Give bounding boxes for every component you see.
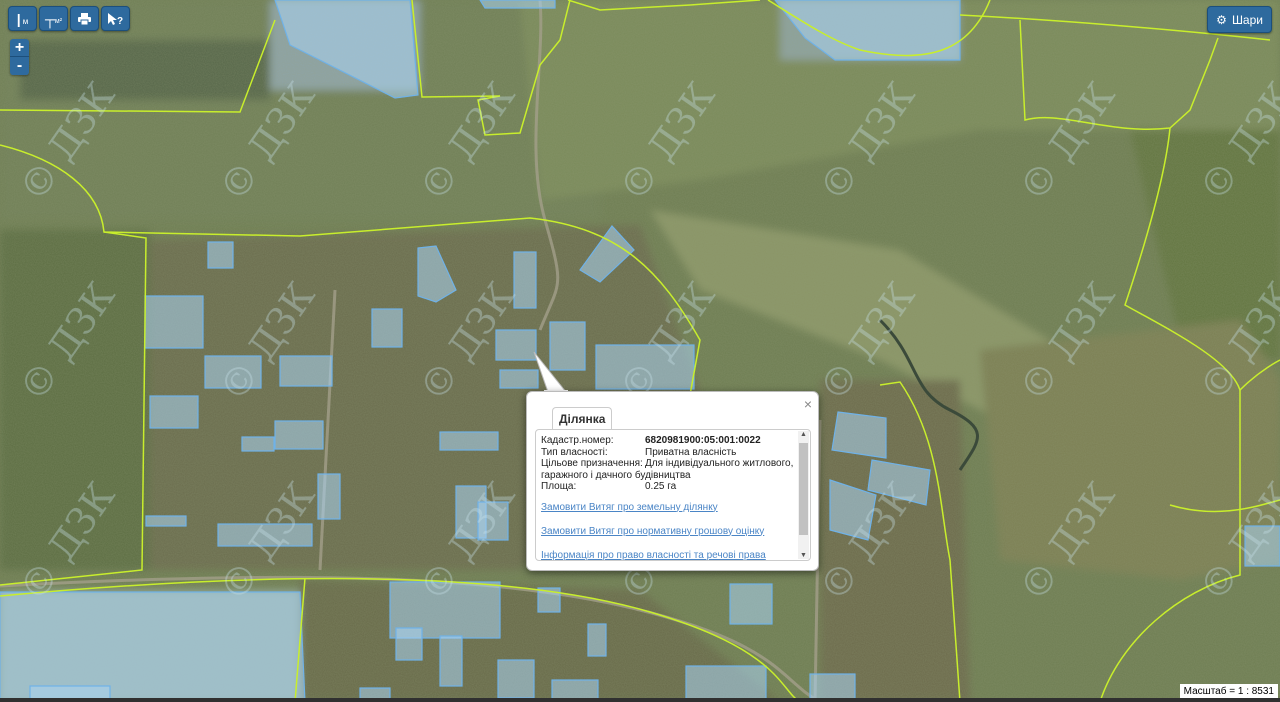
tab-parcel[interactable]: Ділянка xyxy=(552,407,613,429)
measure-area-label: м² xyxy=(54,18,63,25)
field-label: Площа: xyxy=(541,481,577,492)
popup-scrollbar[interactable]: ▲ ▼ xyxy=(798,431,809,559)
identify-label: ? xyxy=(116,15,124,27)
order-valuation-extract-link[interactable]: Замовити Витяг про нормативну грошову оц… xyxy=(541,526,794,537)
field-cadastral-number: Кадастр.номер: 6820981900:05:001:0022 xyxy=(541,435,794,447)
field-area: Площа: 0.25 га xyxy=(541,481,794,493)
cursor-icon xyxy=(107,12,117,25)
scroll-down-icon[interactable]: ▼ xyxy=(798,552,809,559)
zoom-out-button[interactable]: - xyxy=(10,57,29,75)
field-value: Приватна власність xyxy=(645,446,737,458)
scale-indicator: Масштаб = 1 : 8531 xyxy=(1179,684,1278,699)
field-purpose: Цільове призначення: Для індивідуального … xyxy=(541,458,794,481)
layers-button[interactable]: ⚙ Шари xyxy=(1207,6,1272,33)
parcel-info-popup: × Ділянка Кадастр.номер: 6820981900:05:0… xyxy=(526,391,819,571)
field-label: Цільове призначення: xyxy=(541,458,643,469)
zoom-control: + - xyxy=(10,39,29,75)
field-label: Кадастр.номер: xyxy=(541,435,614,446)
measure-toolbar: | м ┬ м² xyxy=(8,6,68,31)
order-parcel-extract-link[interactable]: Замовити Витяг про земельну ділянку xyxy=(541,502,794,513)
measure-distance-label: м xyxy=(22,17,29,26)
field-ownership-type: Тип власності: Приватна власність xyxy=(541,447,794,459)
tools-toolbar: ? xyxy=(70,6,130,31)
area-icon: ┬ xyxy=(44,10,55,27)
field-value: 6820981900:05:001:0022 xyxy=(645,435,761,446)
print-button[interactable] xyxy=(70,6,99,31)
ownership-info-link[interactable]: Інформація про право власності та речові… xyxy=(541,550,794,561)
close-icon[interactable]: × xyxy=(804,396,812,412)
identify-button[interactable]: ? xyxy=(101,6,130,31)
ruler-icon: | xyxy=(16,10,21,27)
scroll-up-icon[interactable]: ▲ xyxy=(798,431,809,438)
bottom-bar xyxy=(0,698,1280,702)
measure-area-button[interactable]: ┬ м² xyxy=(39,6,68,31)
zoom-in-button[interactable]: + xyxy=(10,39,29,57)
map-canvas[interactable] xyxy=(0,0,1280,702)
popup-links: Замовити Витяг про земельну ділянку Замо… xyxy=(541,502,794,561)
measure-distance-button[interactable]: | м xyxy=(8,6,37,31)
scroll-thumb[interactable] xyxy=(799,443,808,535)
popup-content[interactable]: Кадастр.номер: 6820981900:05:001:0022 Ти… xyxy=(535,429,811,561)
printer-icon xyxy=(78,12,91,25)
layers-button-label: Шари xyxy=(1231,12,1263,27)
gear-icon: ⚙ xyxy=(1216,12,1227,27)
field-label: Тип власності: xyxy=(541,446,608,458)
popup-pointer xyxy=(533,351,568,396)
field-value: 0.25 га xyxy=(645,481,677,492)
